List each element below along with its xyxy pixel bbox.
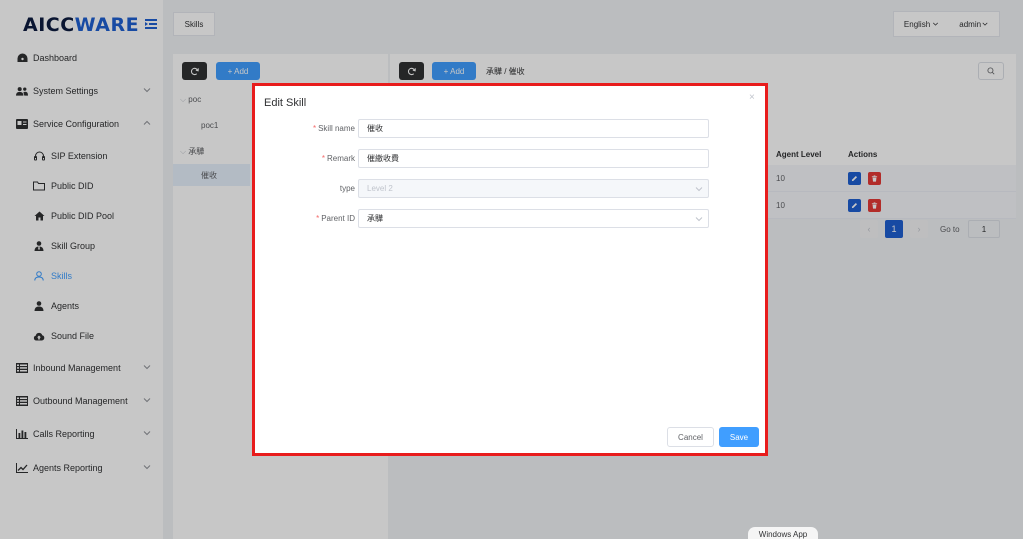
label-text: Parent ID	[321, 214, 355, 223]
edit-skill-dialog: Edit Skill × *Skill name *Remark type Le…	[252, 83, 768, 456]
type-label: type	[255, 184, 355, 193]
close-icon[interactable]: ×	[749, 92, 755, 103]
label-text: Skill name	[318, 124, 355, 133]
parent-id-label: * Parent ID	[316, 214, 355, 223]
remark-label: * Remark	[321, 154, 355, 163]
taskbar-tooltip: Windows App	[748, 527, 818, 539]
dialog-title: Edit Skill	[264, 97, 307, 109]
chevron-down-icon	[695, 217, 703, 222]
label-text: Remark	[326, 154, 355, 163]
save-button[interactable]: Save	[719, 427, 759, 447]
skill-name-input[interactable]	[358, 119, 709, 138]
remark-input[interactable]	[358, 149, 709, 168]
label-text: type	[339, 184, 355, 193]
type-value: Level 2	[367, 184, 393, 193]
cancel-button[interactable]: Cancel	[667, 427, 714, 447]
skill-name-label: * Skill name	[312, 124, 355, 133]
parent-id-select[interactable]: 承驊	[358, 209, 709, 228]
type-select: Level 2	[358, 179, 709, 198]
parent-id-value: 承驊	[367, 214, 383, 223]
chevron-down-icon	[695, 187, 703, 192]
